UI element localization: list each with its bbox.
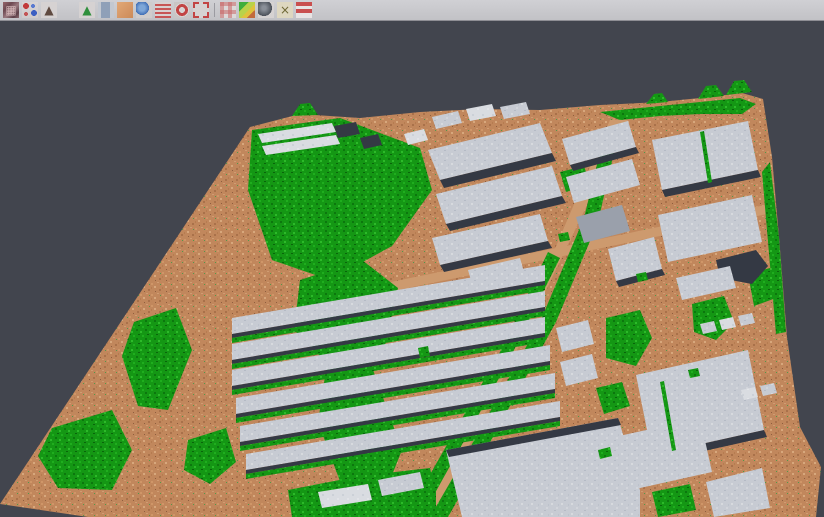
layers-red-icon[interactable]	[155, 2, 171, 18]
profile-panel-icon[interactable]	[98, 2, 114, 18]
scene-polygon	[726, 80, 752, 95]
viewport-svg	[0, 22, 824, 517]
classified-points-icon[interactable]: ▦	[3, 2, 19, 18]
toolbar: ▦ ▲ ▲ ×	[0, 0, 824, 21]
crop-red-icon[interactable]	[193, 2, 209, 18]
clear-cross-icon[interactable]: ×	[277, 2, 293, 18]
scene-polygon	[292, 103, 318, 116]
scene-polygon	[38, 410, 132, 490]
scene-polygon	[418, 346, 430, 358]
toolbar-separator	[214, 3, 215, 17]
app-window: ▦ ▲ ▲ ×	[0, 0, 824, 517]
banner-red-icon[interactable]	[296, 2, 312, 18]
mound-brown-icon[interactable]: ▲	[41, 2, 57, 18]
classes-palette-icon[interactable]	[239, 2, 255, 18]
viewport-3d[interactable]	[0, 22, 824, 517]
target-red-icon[interactable]	[174, 2, 190, 18]
globe-icon[interactable]	[136, 2, 152, 18]
grid-red-icon[interactable]	[220, 2, 236, 18]
ortho-tile-icon[interactable]	[117, 2, 133, 18]
dark-sphere-icon[interactable]	[258, 2, 274, 18]
sparse-points-icon[interactable]	[60, 2, 76, 18]
align-points-icon[interactable]	[22, 2, 38, 18]
terrain-green-icon[interactable]: ▲	[79, 2, 95, 18]
